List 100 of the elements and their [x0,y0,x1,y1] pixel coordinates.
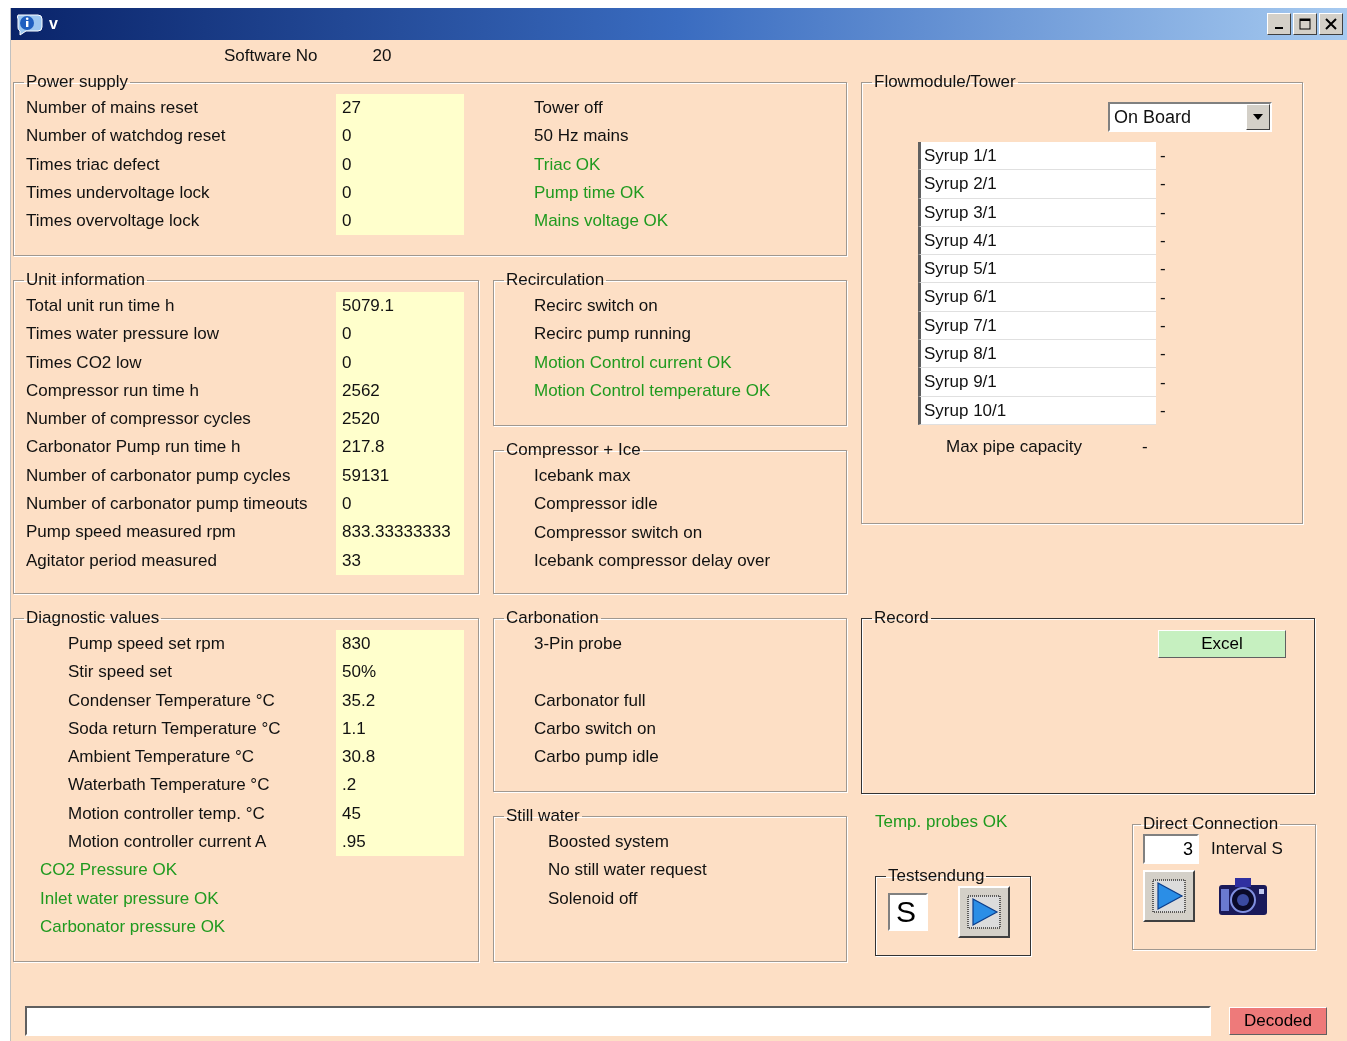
syrup-value: - [1160,400,1166,421]
group-title: Diagnostic values [25,608,161,628]
syrup-field: Syrup 1/1 [918,142,1156,171]
status-text: Carbo switch on [534,717,657,740]
app-icon [15,12,45,36]
status-text: Pump time OK [534,181,646,204]
interval-field[interactable]: 3 [1143,834,1199,864]
status-text: Carbo pump idle [534,746,660,769]
value-readout: 0 [336,348,464,377]
excel-button[interactable]: Excel [1158,630,1286,658]
syrup-field: Syrup 7/1 [918,311,1156,341]
field-label: Motion controller temp. °C [67,802,266,825]
field-label: Number of mains reset [26,97,199,119]
status-text: Triac OK [534,153,602,176]
field-label: Number of compressor cycles [26,408,252,431]
status-text: Tower off [534,97,604,119]
group-title: Direct Connection [1142,814,1280,834]
value-readout: 33 [336,546,464,575]
syrup-value: - [1160,174,1166,195]
camera-icon[interactable] [1217,875,1269,917]
field-label: Pump speed set rpm [67,633,226,655]
send-button[interactable] [958,886,1010,939]
software-label: Software No [224,46,318,66]
syrup-field: Syrup 10/1 [918,396,1156,425]
status-text: Carbonator full [534,689,647,712]
field-label: Times CO2 low [26,351,143,374]
status-text: Motion Control temperature OK [534,379,772,402]
syrup-value: - [1160,315,1166,336]
decoded-button[interactable]: Decoded [1229,1007,1327,1035]
syrup-field: Syrup 6/1 [918,283,1156,312]
status-text: Mains voltage OK [534,210,669,233]
status-text: Icebank compressor delay over [534,549,772,572]
close-icon [1325,18,1337,30]
syrup-field: Syrup 5/1 [918,255,1156,284]
status-text: Motion Control current OK [534,351,733,374]
field-label: Agitator period measured [26,549,218,572]
syrup-value: - [1160,202,1166,223]
syrup-field: Syrup 9/1 [918,368,1156,397]
syrup-value: - [1160,231,1166,252]
syrup-value: - [1160,344,1166,365]
group-title: Carbonation [505,608,600,628]
syrup-field: Syrup 3/1 [918,198,1156,227]
syrup-field: Syrup 2/1 [918,170,1156,199]
value-readout: .95 [336,828,464,857]
status-text: Recirc switch on [534,295,659,317]
value-readout: 833.33333333 [336,518,464,547]
value-readout: 50% [336,658,464,687]
value-readout: 830 [336,630,464,659]
value-readout: 45 [336,799,464,829]
field-label: Condenser Temperature °C [67,689,276,712]
syrup-field: Syrup 4/1 [918,226,1156,256]
caret-icon [1253,114,1263,120]
message-field[interactable] [25,1006,1211,1036]
syrup-value: - [1160,146,1166,167]
status-text: Icebank max [534,465,632,487]
close-button[interactable] [1319,13,1343,35]
value-readout: 0 [336,320,464,349]
group-title: Record [873,608,930,628]
status-text: Carbonator pressure OK [40,915,227,938]
start-button[interactable] [1143,870,1195,922]
value-readout: .2 [336,771,464,800]
value-readout: 0 [336,490,464,519]
field-label: Max pipe capacity [946,436,1083,457]
value-readout: 0 [336,150,464,179]
value-readout: 30.8 [336,743,464,772]
value-readout: 2520 [336,405,464,434]
mode-dropdown[interactable]: On Board [1108,102,1272,132]
value-readout: 1.1 [336,714,464,744]
status-text: Inlet water pressure OK [40,887,220,910]
group-title: Flowmodule/Tower [873,72,1017,92]
software-value: 20 [372,46,392,66]
field-label: Number of carbonator pump cycles [26,464,292,487]
status-text: Boosted system [548,831,670,853]
syrup-value: - [1160,287,1166,308]
window-title: v [49,15,58,33]
field-label: Pump speed measured rpm [26,521,237,544]
status-text: No still water request [548,859,708,882]
minimize-button[interactable] [1267,13,1291,35]
value-readout: 0 [336,178,464,208]
field-label: Carbonator Pump run time h [26,436,242,459]
maximize-button[interactable] [1293,13,1317,35]
group-title: Recirculation [505,270,606,290]
field-label: Soda return Temperature °C [67,717,282,740]
field-label: Waterbath Temperature °C [67,774,271,797]
value-readout: 59131 [336,461,464,491]
status-text: Solenoid off [548,887,639,910]
syrup-value: - [1160,372,1166,393]
status-text: 50 Hz mains [534,125,630,148]
field-label: Stir speed set [67,661,173,684]
field-label: Compressor run time h [26,379,200,402]
field-label: Times water pressure low [26,323,221,346]
pipe-capacity-value: - [1142,436,1148,457]
field-label: Number of carbonator pump timeouts [26,493,309,516]
field-label: Ambient Temperature °C [67,746,255,769]
send-field[interactable]: S [888,893,928,932]
value-readout: 0 [336,207,464,236]
group-title: Still water [505,806,581,826]
field-label: Number of watchdog reset [26,125,227,148]
minimize-icon [1275,27,1283,29]
value-readout: 2562 [336,376,464,406]
